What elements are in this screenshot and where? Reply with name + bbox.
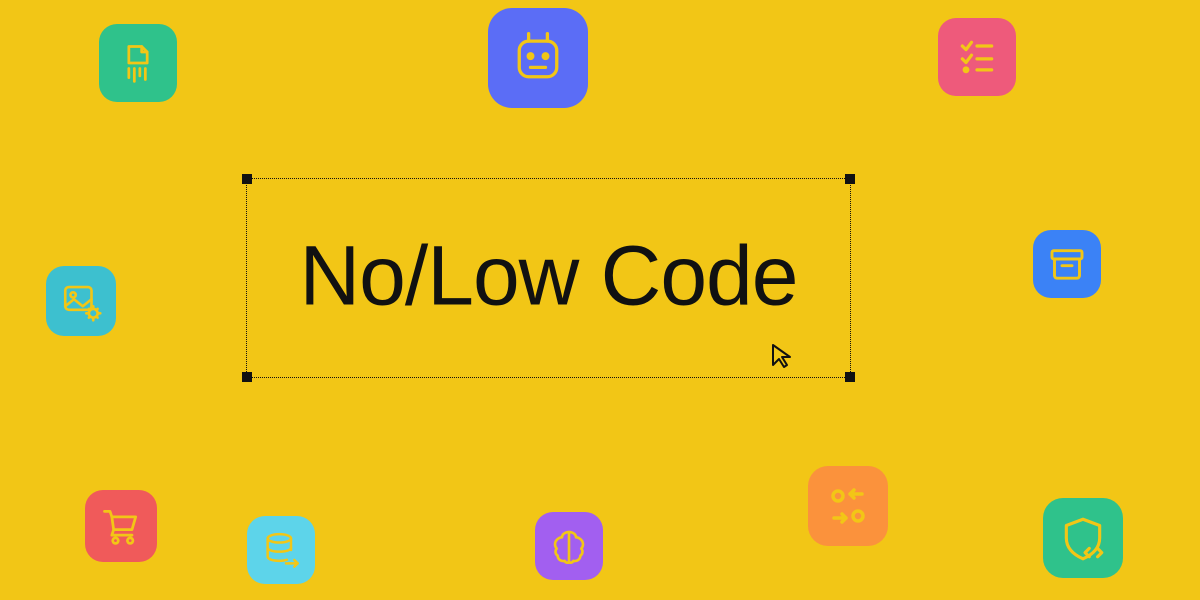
swap-icon <box>824 482 872 530</box>
heading-text: No/Low Code <box>247 228 850 325</box>
robot-icon <box>508 28 568 88</box>
database-export-icon <box>261 530 301 570</box>
checklist-icon <box>955 35 999 79</box>
resize-handle-bottom-right[interactable] <box>845 372 855 382</box>
tile-brain[interactable] <box>535 512 603 580</box>
tile-swap[interactable] <box>808 466 888 546</box>
brain-icon <box>548 525 590 567</box>
shield-code-icon <box>1058 513 1108 563</box>
shopping-cart-icon <box>99 504 143 548</box>
tile-database[interactable] <box>247 516 315 584</box>
tile-checklist[interactable] <box>938 18 1016 96</box>
tile-shred[interactable] <box>99 24 177 102</box>
shred-icon <box>116 41 160 85</box>
tile-archive[interactable] <box>1033 230 1101 298</box>
cursor-pointer-icon <box>770 343 794 374</box>
resize-handle-bottom-left[interactable] <box>242 372 252 382</box>
tile-cart[interactable] <box>85 490 157 562</box>
resize-handle-top-left[interactable] <box>242 174 252 184</box>
archive-box-icon <box>1047 244 1087 284</box>
tile-robot[interactable] <box>488 8 588 108</box>
selection-bounding-box[interactable]: No/Low Code <box>246 178 851 378</box>
resize-handle-top-right[interactable] <box>845 174 855 184</box>
tile-shield-code[interactable] <box>1043 498 1123 578</box>
tile-image-settings[interactable] <box>46 266 116 336</box>
image-settings-icon <box>60 280 102 322</box>
